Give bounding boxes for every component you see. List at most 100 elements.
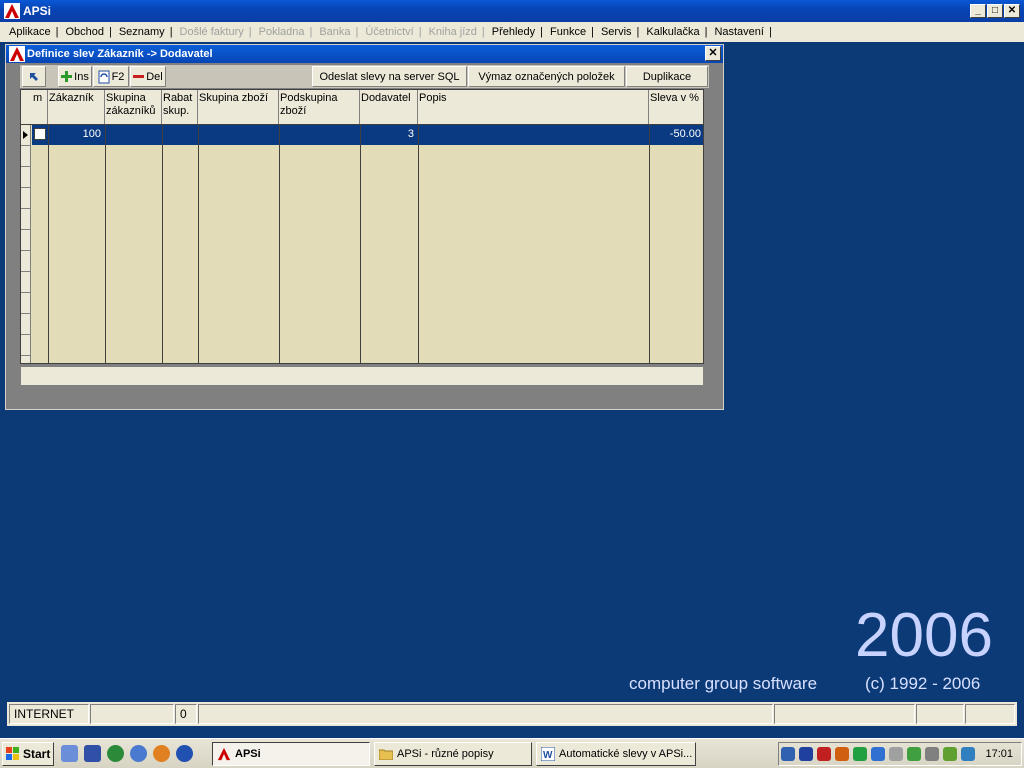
grid-divider	[21, 229, 31, 230]
menu-dosle-faktury[interactable]: Došlé faktury	[175, 26, 249, 38]
row-mark-checkbox[interactable]	[34, 128, 46, 140]
grid-divider	[21, 271, 31, 272]
browser-icon[interactable]	[130, 745, 147, 762]
tray-app-icon[interactable]	[943, 747, 957, 761]
menu-kniha-jizd[interactable]: Kniha jízd	[424, 26, 482, 38]
app-titlebar[interactable]: APSi _ □ ✕	[0, 0, 1024, 22]
col-header-sleva[interactable]: Sleva v %	[649, 90, 703, 124]
delete-label: Del	[146, 70, 163, 83]
menu-aplikace[interactable]: Aplikace	[4, 26, 56, 38]
menu-kalkulacka[interactable]: Kalkulačka	[641, 26, 704, 38]
insert-button[interactable]: Ins	[58, 66, 92, 87]
col-header-popis[interactable]: Popis	[418, 90, 649, 124]
save-icon[interactable]	[84, 745, 101, 762]
dialog-close-button[interactable]: ✕	[705, 46, 721, 61]
cell-zakaznik[interactable]: 100	[48, 128, 101, 140]
maximize-icon[interactable]: □	[987, 4, 1003, 18]
taskbar: Start APSi APSi - různé popisy W Automat…	[0, 738, 1024, 768]
minimize-icon[interactable]: _	[970, 4, 986, 18]
grid-divider	[21, 334, 31, 335]
splash-copyright: (c) 1992 - 2006	[865, 674, 981, 693]
col-header-m[interactable]: m	[32, 90, 48, 124]
grid-divider	[279, 125, 280, 363]
status-panel	[774, 704, 915, 724]
duplicate-button[interactable]: Duplikace	[626, 66, 708, 87]
grid-divider	[418, 125, 419, 363]
cell-sleva[interactable]: -50.00	[649, 128, 701, 140]
settings-icon[interactable]	[925, 747, 939, 761]
grid-header: m Zákazník Skupina zákazníků Rabat skup.…	[21, 90, 703, 125]
grid-divider	[21, 313, 31, 314]
grid-divider	[360, 125, 361, 363]
network-icon[interactable]	[871, 747, 885, 761]
grid-divider	[21, 145, 31, 146]
tray-app-icon[interactable]	[799, 747, 813, 761]
shield-icon[interactable]	[817, 747, 831, 761]
tray-app-icon[interactable]	[907, 747, 921, 761]
start-button[interactable]: Start	[2, 742, 54, 766]
firefox-icon[interactable]	[153, 745, 170, 762]
tray-app-icon[interactable]	[961, 747, 975, 761]
grid-footer	[20, 366, 704, 386]
close-icon[interactable]: ✕	[1004, 4, 1020, 18]
clock[interactable]: 17:01	[985, 748, 1013, 760]
menu-funkce[interactable]: Funkce	[545, 26, 591, 38]
col-header-skupina-zbozi[interactable]: Skupina zboží	[198, 90, 279, 124]
grid-divider	[21, 208, 31, 209]
folder-icon	[379, 749, 393, 760]
menubar: Aplikace | Obchod | Seznamy | Došlé faktury…	[0, 22, 1024, 42]
menu-nastaveni[interactable]: Nastavení	[709, 26, 769, 38]
grid-divider	[21, 187, 31, 188]
menu-servis[interactable]: Servis	[596, 26, 637, 38]
taskbar-item-apsi[interactable]: APSi	[212, 742, 370, 766]
taskbar-item-word[interactable]: W Automatické slevy v APSi...	[536, 742, 696, 766]
navigate-button[interactable]	[22, 66, 46, 87]
media-player-icon[interactable]	[176, 745, 193, 762]
col-header-dodavatel[interactable]: Dodavatel	[360, 90, 418, 124]
discount-grid[interactable]: m Zákazník Skupina zákazníků Rabat skup.…	[20, 89, 704, 364]
cell-dodavatel[interactable]: 3	[360, 128, 414, 140]
splash-year: 2006	[855, 601, 993, 670]
delete-marked-button[interactable]: Výmaz označených položek	[468, 66, 625, 87]
word-document-icon: W	[541, 747, 555, 761]
status-panel	[965, 704, 1015, 724]
col-header-zakaznik[interactable]: Zákazník	[48, 90, 105, 124]
menu-banka[interactable]: Banka	[314, 26, 355, 38]
col-header-skupina-zakazniku[interactable]: Skupina zákazníků	[105, 90, 162, 124]
col-header-podskupina-zbozi[interactable]: Podskupina zboží	[279, 90, 360, 124]
dialog-titlebar[interactable]: Definice slev Zákazník -> Dodavatel ✕	[6, 45, 723, 63]
apsi-logo-icon	[217, 747, 231, 761]
app-window: APSi _ □ ✕ Aplikace | Obchod | Seznamy | Do…	[0, 0, 1024, 738]
grid-divider	[162, 125, 163, 363]
edit-button[interactable]: F2	[93, 66, 129, 87]
svg-text:W: W	[543, 750, 553, 761]
taskbar-item-label: APSi - různé popisy	[397, 748, 494, 760]
menu-ucetnictvi[interactable]: Účetnictví	[360, 26, 418, 38]
show-desktop-icon[interactable]	[61, 745, 78, 762]
tray-app-icon[interactable]	[853, 747, 867, 761]
status-panel	[916, 704, 964, 724]
start-label: Start	[23, 747, 51, 761]
language-icon[interactable]	[781, 747, 795, 761]
menu-prehledy[interactable]: Přehledy	[487, 26, 540, 38]
grid-divider	[649, 125, 650, 363]
menu-pokladna[interactable]: Pokladna	[254, 26, 310, 38]
menu-obchod[interactable]: Obchod	[60, 26, 109, 38]
volume-icon[interactable]	[835, 747, 849, 761]
dialog-title: Definice slev Zákazník -> Dodavatel	[27, 48, 213, 60]
plus-icon	[61, 71, 73, 82]
phone-icon[interactable]	[889, 747, 903, 761]
col-header-rabat-skup[interactable]: Rabat skup.	[162, 90, 198, 124]
delete-button[interactable]: Del	[130, 66, 166, 87]
send-to-sql-button[interactable]: Odeslat slevy na server SQL	[312, 66, 467, 87]
grid-divider	[105, 125, 106, 363]
taskbar-item-folder[interactable]: APSi - různé popisy	[374, 742, 532, 766]
apsi-logo-icon	[4, 3, 20, 19]
menu-seznamy[interactable]: Seznamy	[114, 26, 170, 38]
status-count: 0	[175, 704, 197, 724]
dialog-toolbar: Ins F2 Del Odeslat slevy na server SQL V…	[20, 65, 709, 88]
globe-icon[interactable]	[107, 745, 124, 762]
splash-company: computer group software	[629, 674, 818, 693]
status-connection: INTERNET	[9, 704, 89, 724]
insert-label: Ins	[74, 70, 89, 83]
